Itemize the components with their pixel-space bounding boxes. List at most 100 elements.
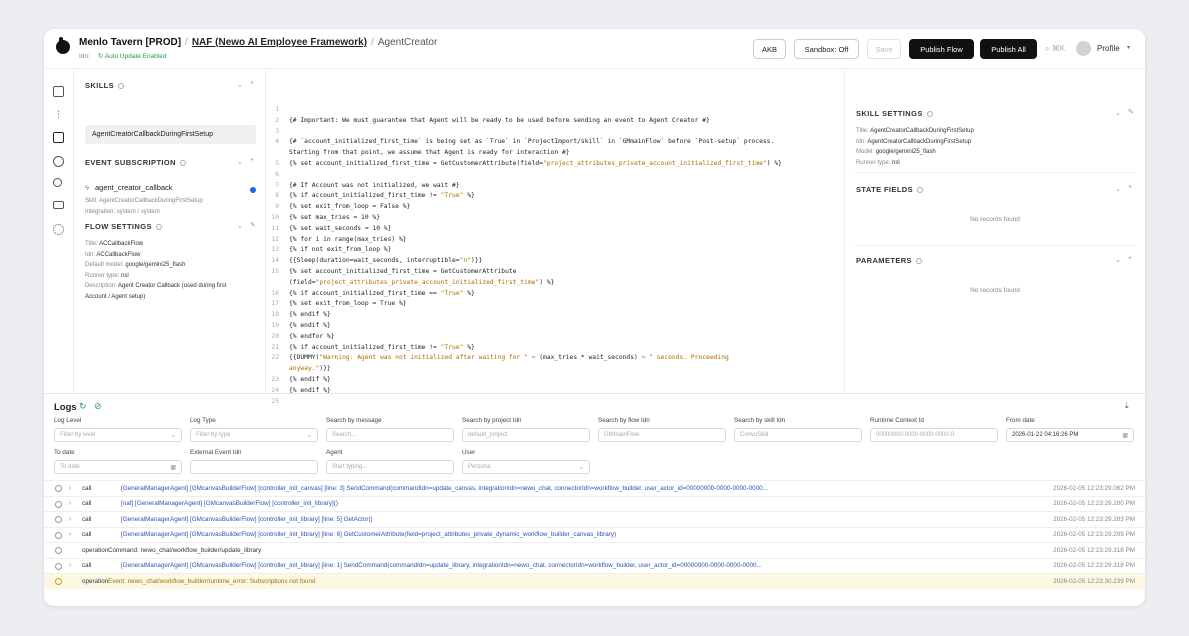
log-row[interactable]: › call [GeneralManagerAgent] [GMcanvasBuil… <box>44 526 1145 543</box>
to-date-input[interactable]: To date ▦ <box>54 460 182 474</box>
chevron-right-icon[interactable]: › <box>69 531 71 538</box>
skill-search-input[interactable]: ConvoSkill <box>734 428 862 442</box>
parameters-collapse-icon[interactable]: ⌄ <box>1115 256 1121 264</box>
from-date-input[interactable]: 2026-01-22 04:16:26 PM ▦ <box>1006 428 1134 442</box>
info-icon <box>55 531 62 539</box>
waveform-icon[interactable]: ⫶ <box>53 110 64 121</box>
code-line[interactable]: 7 {# If Account was not initialized, we w… <box>267 182 844 193</box>
code-line[interactable]: Starting from that point, we assume that… <box>267 149 844 160</box>
line-text: {% if account_initialized_first_time != … <box>289 343 475 351</box>
save-button[interactable]: Save <box>867 39 901 59</box>
code-line[interactable]: 17 {% set exit_from_loop = True %} <box>267 300 844 311</box>
code-line[interactable]: 11 {% set wait_seconds = 10 %} <box>267 225 844 236</box>
log-row[interactable]: operation Command: newo_chat/workflow_bui… <box>44 542 1145 558</box>
breadcrumb-org[interactable]: Menlo Tavern [PROD] <box>79 37 181 48</box>
code-line[interactable]: anyway.")}} <box>267 365 844 376</box>
external-event-input[interactable] <box>190 460 318 474</box>
flow-collapse-icon[interactable]: ⌄ <box>237 222 243 230</box>
events-collapse-icon[interactable]: ⌄ <box>237 158 243 166</box>
flow-search-input[interactable]: GMmainFlow <box>598 428 726 442</box>
code-line[interactable]: 12 {% for i in range(max_tries) %} <box>267 236 844 247</box>
event-item[interactable]: ϟ agent_creator_callback <box>85 183 173 192</box>
log-row[interactable]: operation Event: newo_chat/workflow_build… <box>44 573 1145 589</box>
skill-item-selected[interactable]: AgentCreatorCallbackDuringFirstSetup <box>85 125 256 144</box>
publish-all-button[interactable]: Publish All <box>980 39 1037 59</box>
settings-icon[interactable] <box>53 224 64 235</box>
add-parameter-icon[interactable]: + <box>1128 255 1132 262</box>
chevron-right-icon[interactable]: › <box>69 562 71 569</box>
log-message[interactable]: [naf] [GeneralManagerAgent] [GMcanvasBui… <box>121 500 786 507</box>
log-row[interactable]: › call [naf] [GeneralManagerAgent] [GMcanv… <box>44 495 1145 512</box>
download-icon[interactable]: ⤓ <box>1125 401 1129 411</box>
code-line[interactable]: 19 {% endif %} <box>267 322 844 333</box>
code-line[interactable]: 15 {% set account_initialized_first_time… <box>267 268 844 279</box>
log-message[interactable]: [GeneralManagerAgent] [GMcanvasBuilderFl… <box>121 485 786 492</box>
runtime-context-input[interactable]: 00000000-0000-0000-0000-0 <box>870 428 998 442</box>
chevron-down-icon[interactable]: ▾ <box>1127 44 1130 51</box>
log-row[interactable]: › call [GeneralManagerAgent] [GMcanvasBuil… <box>44 557 1145 574</box>
user-select[interactable]: Persona ⌄ <box>462 460 590 474</box>
line-number: 21 <box>271 343 279 351</box>
code-line[interactable]: 1 <box>267 106 844 117</box>
search-shortcut[interactable]: ⌕ ⌘K <box>1045 44 1065 54</box>
code-line[interactable]: 13 {% if not exit_from_loop %} <box>267 246 844 257</box>
sandbox-toggle-button[interactable]: Sandbox: Off <box>794 39 859 59</box>
users-icon[interactable] <box>53 178 62 187</box>
skills-collapse-icon[interactable]: ⌄ <box>237 81 243 89</box>
code-editor[interactable]: 1 2 {# Important: We must guarantee that A… <box>267 70 845 405</box>
code-line[interactable]: 22 {{DUMMY("Warning: Agent was not initi… <box>267 354 844 365</box>
log-message[interactable]: [GeneralManagerAgent] [GMcanvasBuilderFl… <box>121 562 786 569</box>
add-event-icon[interactable]: + <box>250 157 254 164</box>
code-line[interactable]: 6 <box>267 171 844 182</box>
code-line[interactable]: 21 {% if account_initialized_first_time … <box>267 344 844 355</box>
clear-logs-icon[interactable]: ⊘ <box>94 401 102 412</box>
log-message[interactable]: Command: newo_chat/workflow_builder/upda… <box>108 547 773 554</box>
state-fields-collapse-icon[interactable]: ⌄ <box>1115 185 1121 193</box>
log-message[interactable]: [GeneralManagerAgent] [GMcanvasBuilderFl… <box>121 516 786 523</box>
add-state-field-icon[interactable]: + <box>1128 184 1132 191</box>
publish-flow-button[interactable]: Publish Flow <box>909 39 974 59</box>
chevron-right-icon[interactable]: › <box>69 516 71 523</box>
document-icon[interactable] <box>53 86 64 97</box>
code-line[interactable]: 16 {% if account_initialized_first_time … <box>267 290 844 301</box>
code-line[interactable]: 4 {# `account_initialized_first_time` is … <box>267 138 844 149</box>
code-line[interactable]: 18 {% endif %} <box>267 311 844 322</box>
message-search-input[interactable]: Search... <box>326 428 454 442</box>
log-type-select[interactable]: Filter by type ⌄ <box>190 428 318 442</box>
chat-icon[interactable] <box>53 156 64 167</box>
edit-skill-icon[interactable]: ✎ <box>1128 108 1134 116</box>
edit-flow-icon[interactable]: ✎ <box>250 221 256 229</box>
code-line[interactable]: 20 {% endfor %} <box>267 333 844 344</box>
auto-update-status[interactable]: ↻ Auto Update Enabled <box>98 53 167 60</box>
grid-icon[interactable] <box>53 132 64 143</box>
code-line[interactable]: 3 <box>267 128 844 139</box>
code-line[interactable]: 14 {{Sleep(duration=wait_seconds, interr… <box>267 257 844 268</box>
code-line[interactable]: 2 {# Important: We must guarantee that Ag… <box>267 117 844 128</box>
log-row[interactable]: › call [GeneralManagerAgent] [GMcanvasBuil… <box>44 511 1145 527</box>
app-logo-icon[interactable] <box>56 37 70 54</box>
terminal-icon[interactable] <box>53 201 64 209</box>
profile-menu[interactable]: Profile <box>1097 44 1120 53</box>
log-message[interactable]: [GeneralManagerAgent] [GMcanvasBuilderFl… <box>121 531 786 538</box>
refresh-icon[interactable]: ↻ <box>79 401 87 412</box>
breadcrumb-project[interactable]: NAF (Newo AI Employee Framework) <box>192 37 367 48</box>
skill-settings-collapse-icon[interactable]: ⌄ <box>1115 109 1121 117</box>
chevron-right-icon[interactable]: › <box>69 500 71 507</box>
add-skill-icon[interactable]: + <box>250 80 254 87</box>
log-level-select[interactable]: Filter by level ⌄ <box>54 428 182 442</box>
code-line[interactable]: 9 {% set exit_from_loop = False %} <box>267 203 844 214</box>
akb-button[interactable]: AKB <box>753 39 786 59</box>
code-line[interactable]: 5 {% set account_initialized_first_time =… <box>267 160 844 171</box>
log-timestamp: 2026-02-05 12:23:29.062 PM <box>1053 484 1135 492</box>
code-line[interactable]: 10 {% set max_tries = 10 %} <box>267 214 844 225</box>
chevron-right-icon[interactable]: › <box>69 485 71 492</box>
code-line[interactable]: (field="project_attributes_private_accou… <box>267 279 844 290</box>
avatar[interactable] <box>1076 41 1091 56</box>
agent-input[interactable]: Start typing... <box>326 460 454 474</box>
project-search-input[interactable]: default_project <box>462 428 590 442</box>
log-message[interactable]: Event: newo_chat/workflow_builder/runtim… <box>108 578 773 585</box>
log-row[interactable]: › call [GeneralManagerAgent] [GMcanvasBuil… <box>44 480 1145 496</box>
line-text: {% set exit_from_loop = False %} <box>289 203 411 211</box>
code-line[interactable]: 23 {% endif %} <box>267 376 844 387</box>
code-line[interactable]: 8 {% if account_initialized_first_time !=… <box>267 192 844 203</box>
